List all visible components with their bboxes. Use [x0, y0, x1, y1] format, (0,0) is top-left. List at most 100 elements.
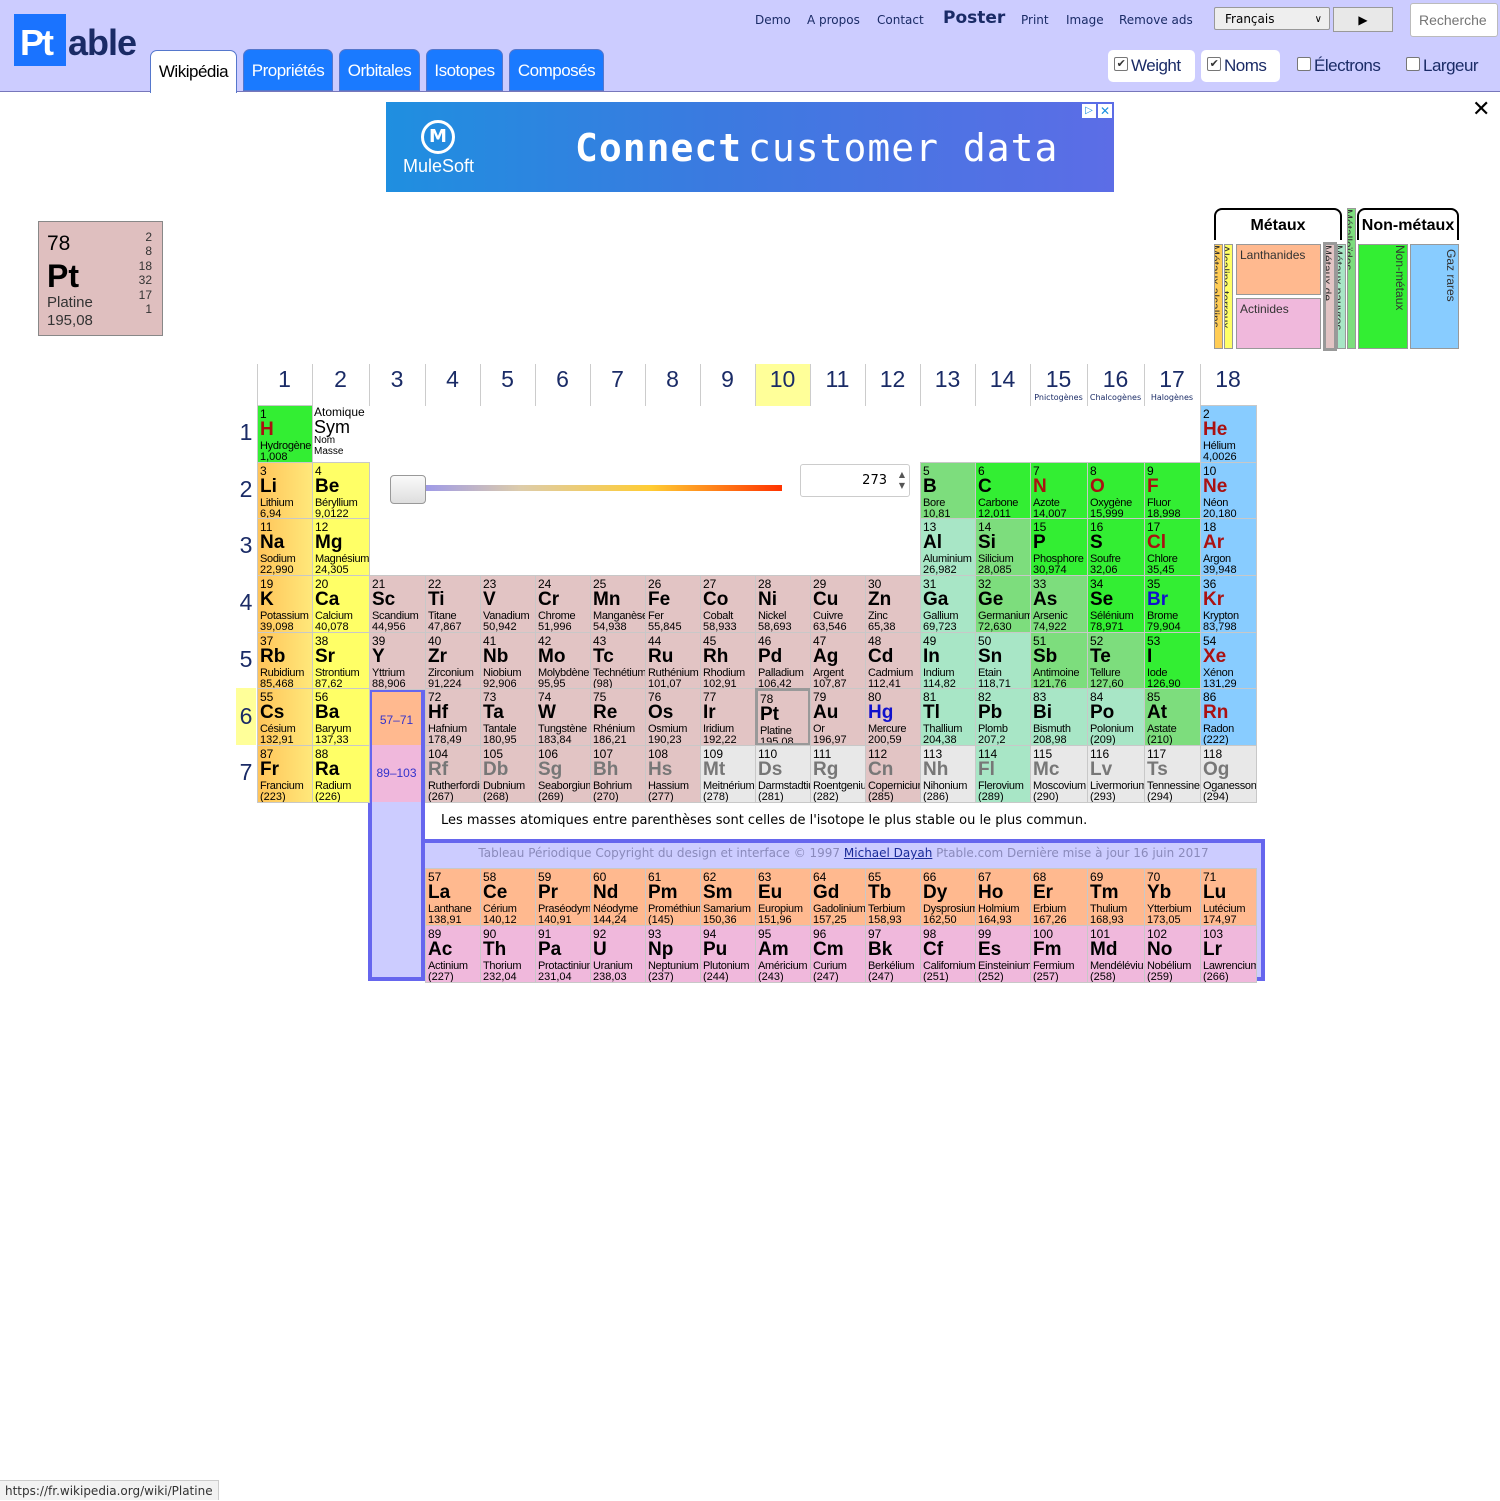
element-ga[interactable]: 31 Ga Gallium 69,723	[920, 575, 976, 633]
element-ts[interactable]: 117 Ts Tennessine (294)	[1144, 745, 1201, 803]
electrons-toggle[interactable]: Électrons	[1291, 50, 1391, 82]
element-mn[interactable]: 25 Mn Manganèse 54,938	[590, 575, 646, 633]
element-b[interactable]: 5 B Bore 10,81	[920, 462, 976, 520]
legend-lanthanides[interactable]: Lanthanides	[1236, 244, 1321, 295]
element-no[interactable]: 102 No Nobélium (259)	[1144, 925, 1201, 983]
element-u[interactable]: 92 U Uranium 238,03	[590, 925, 646, 983]
element-th[interactable]: 90 Th Thorium 232,04	[480, 925, 536, 983]
element-o[interactable]: 8 O Oxygène 15,999	[1087, 462, 1145, 520]
element-f[interactable]: 9 F Fluor 18,998	[1144, 462, 1201, 520]
element-al[interactable]: 13 Al Aluminium 26,982	[920, 518, 976, 576]
ad-close-icon[interactable]: ✕	[1098, 104, 1112, 118]
element-ti[interactable]: 22 Ti Titane 47,867	[425, 575, 481, 633]
legend-transition[interactable]: Métaux de transition	[1323, 242, 1337, 351]
period-number[interactable]: 4	[236, 589, 256, 616]
element-zn[interactable]: 30 Zn Zinc 65,38	[865, 575, 921, 633]
tab-wikipedia[interactable]: Wikipédia	[150, 50, 237, 93]
element-ne[interactable]: 10 Ne Néon 20,180	[1200, 462, 1257, 520]
element-br[interactable]: 35 Br Brome 79,904	[1144, 575, 1201, 633]
element-tb[interactable]: 65 Tb Terbium 158,93	[865, 868, 921, 926]
legend-post-transition[interactable]: Métaux pauvres	[1337, 244, 1346, 349]
element-cd[interactable]: 48 Cd Cadmium 112,41	[865, 632, 921, 690]
element-sb[interactable]: 51 Sb Antimoine 121,76	[1030, 632, 1088, 690]
image-link[interactable]: Image	[1066, 13, 1104, 27]
element-at[interactable]: 85 At Astate (210)	[1144, 688, 1201, 746]
tab-isotopes[interactable]: Isotopes	[426, 49, 503, 91]
legend-nonmetals-title[interactable]: Non-métaux	[1357, 208, 1459, 240]
element-ca[interactable]: 20 Ca Calcium 40,078	[312, 575, 370, 633]
element-in[interactable]: 49 In Indium 114,82	[920, 632, 976, 690]
element-xe[interactable]: 54 Xe Xénon 131,29	[1200, 632, 1257, 690]
element-ar[interactable]: 18 Ar Argon 39,948	[1200, 518, 1257, 576]
element-as[interactable]: 33 As Arsenic 74,922	[1030, 575, 1088, 633]
element-h[interactable]: 1 H Hydrogène 1,008	[257, 405, 313, 463]
element-yb[interactable]: 70 Yb Ytterbium 173,05	[1144, 868, 1201, 926]
element-sn[interactable]: 50 Sn Etain 118,71	[975, 632, 1031, 690]
element-kr[interactable]: 36 Kr Krypton 83,798	[1200, 575, 1257, 633]
element-db[interactable]: 105 Db Dubnium (268)	[480, 745, 536, 803]
element-es[interactable]: 99 Es Einsteinium (252)	[975, 925, 1031, 983]
element-zr[interactable]: 40 Zr Zirconium 91,224	[425, 632, 481, 690]
legend-actinides[interactable]: Actinides	[1236, 298, 1321, 349]
element-i[interactable]: 53 I Iode 126,90	[1144, 632, 1201, 690]
element-sm[interactable]: 62 Sm Samarium 150,36	[700, 868, 756, 926]
tab-compounds[interactable]: Composés	[509, 49, 604, 91]
element-ds[interactable]: 110DsDarmstadtium(281)	[755, 745, 811, 803]
element-w[interactable]: 74 W Tungstène 183,84	[535, 688, 591, 746]
element-hg[interactable]: 80 Hg Mercure 200,59	[865, 688, 921, 746]
element-rn[interactable]: 86 Rn Radon (222)	[1200, 688, 1257, 746]
element-sr[interactable]: 38 Sr Strontium 87,62	[312, 632, 370, 690]
element-hf[interactable]: 72 Hf Hafnium 178,49	[425, 688, 481, 746]
actinides-placeholder[interactable]: 89–103	[372, 745, 421, 802]
element-v[interactable]: 23 V Vanadium 50,942	[480, 575, 536, 633]
element-og[interactable]: 118 Og Oganesson (294)	[1200, 745, 1257, 803]
element-ce[interactable]: 58 Ce Cérium 140,12	[480, 868, 536, 926]
legend-metals-title[interactable]: Métaux	[1214, 208, 1342, 240]
element-cu[interactable]: 29 Cu Cuivre 63,546	[810, 575, 866, 633]
lanthanides-placeholder[interactable]: 57–71	[372, 692, 421, 745]
element-y[interactable]: 39 Y Yttrium 88,906	[369, 632, 426, 690]
legend-other-nonmetals[interactable]: Non-métaux	[1358, 244, 1408, 349]
search-input[interactable]	[1410, 3, 1498, 37]
poster-link[interactable]: Poster	[943, 8, 1005, 28]
author-link[interactable]: Michael Dayah	[844, 846, 932, 860]
element-k[interactable]: 19 K Potassium 39,098	[257, 575, 313, 633]
element-lu[interactable]: 71 Lu Lutécium 174,97	[1200, 868, 1257, 926]
weight-toggle[interactable]: ✔ Weight	[1108, 50, 1195, 82]
element-ra[interactable]: 88 Ra Radium (226)	[312, 745, 370, 803]
element-hs[interactable]: 108 Hs Hassium (277)	[645, 745, 701, 803]
element-tm[interactable]: 69 Tm Thulium 168,93	[1087, 868, 1145, 926]
element-te[interactable]: 52 Te Tellure 127,60	[1087, 632, 1145, 690]
names-toggle[interactable]: ✔ Noms	[1201, 50, 1280, 82]
ad-banner[interactable]: M MuleSoft Connect customer data ▷ ✕	[386, 102, 1114, 192]
element-bi[interactable]: 83 Bi Bismuth 208,98	[1030, 688, 1088, 746]
element-rg[interactable]: 111RgRoentgenium(282)	[810, 745, 866, 803]
element-au[interactable]: 79 Au Or 196,97	[810, 688, 866, 746]
element-tl[interactable]: 81 Tl Thallium 204,38	[920, 688, 976, 746]
element-mc[interactable]: 115 Mc Moscovium (290)	[1030, 745, 1088, 803]
element-ho[interactable]: 67 Ho Holmium 164,93	[975, 868, 1031, 926]
element-np[interactable]: 93 Np Neptunium (237)	[645, 925, 701, 983]
element-la[interactable]: 57 La Lanthane 138,91	[425, 868, 481, 926]
legend-alkaline-earth[interactable]: Alcalino-terreux	[1224, 244, 1233, 349]
element-pu[interactable]: 94 Pu Plutonium (244)	[700, 925, 756, 983]
element-pm[interactable]: 61 Pm Prométhium (145)	[645, 868, 701, 926]
element-cn[interactable]: 112 Cn Copernicium (285)	[865, 745, 921, 803]
period-number[interactable]: 2	[236, 476, 256, 503]
element-fr[interactable]: 87 Fr Francium (223)	[257, 745, 313, 803]
element-cm[interactable]: 96 Cm Curium (247)	[810, 925, 866, 983]
tab-properties[interactable]: Propriétés	[243, 49, 333, 91]
demo-link[interactable]: Demo	[755, 13, 791, 27]
element-am[interactable]: 95 Am Américium (243)	[755, 925, 811, 983]
period-number[interactable]: 3	[236, 532, 256, 559]
element-rh[interactable]: 45 Rh Rhodium 102,91	[700, 632, 756, 690]
element-be[interactable]: 4 Be Béryllium 9,0122	[312, 462, 370, 520]
element-ge[interactable]: 32 Ge Germanium 72,630	[975, 575, 1031, 633]
element-gd[interactable]: 64 Gd Gadolinium 157,25	[810, 868, 866, 926]
element-pa[interactable]: 91 Pa Protactinium 231,04	[535, 925, 591, 983]
element-rf[interactable]: 104RfRutherfordium(267)	[425, 745, 481, 803]
spinner-arrows-icon[interactable]: ▲ ▼	[899, 469, 905, 491]
element-co[interactable]: 27 Co Cobalt 58,933	[700, 575, 756, 633]
period-number[interactable]: 1	[236, 419, 256, 446]
element-fe[interactable]: 26 Fe Fer 55,845	[645, 575, 701, 633]
